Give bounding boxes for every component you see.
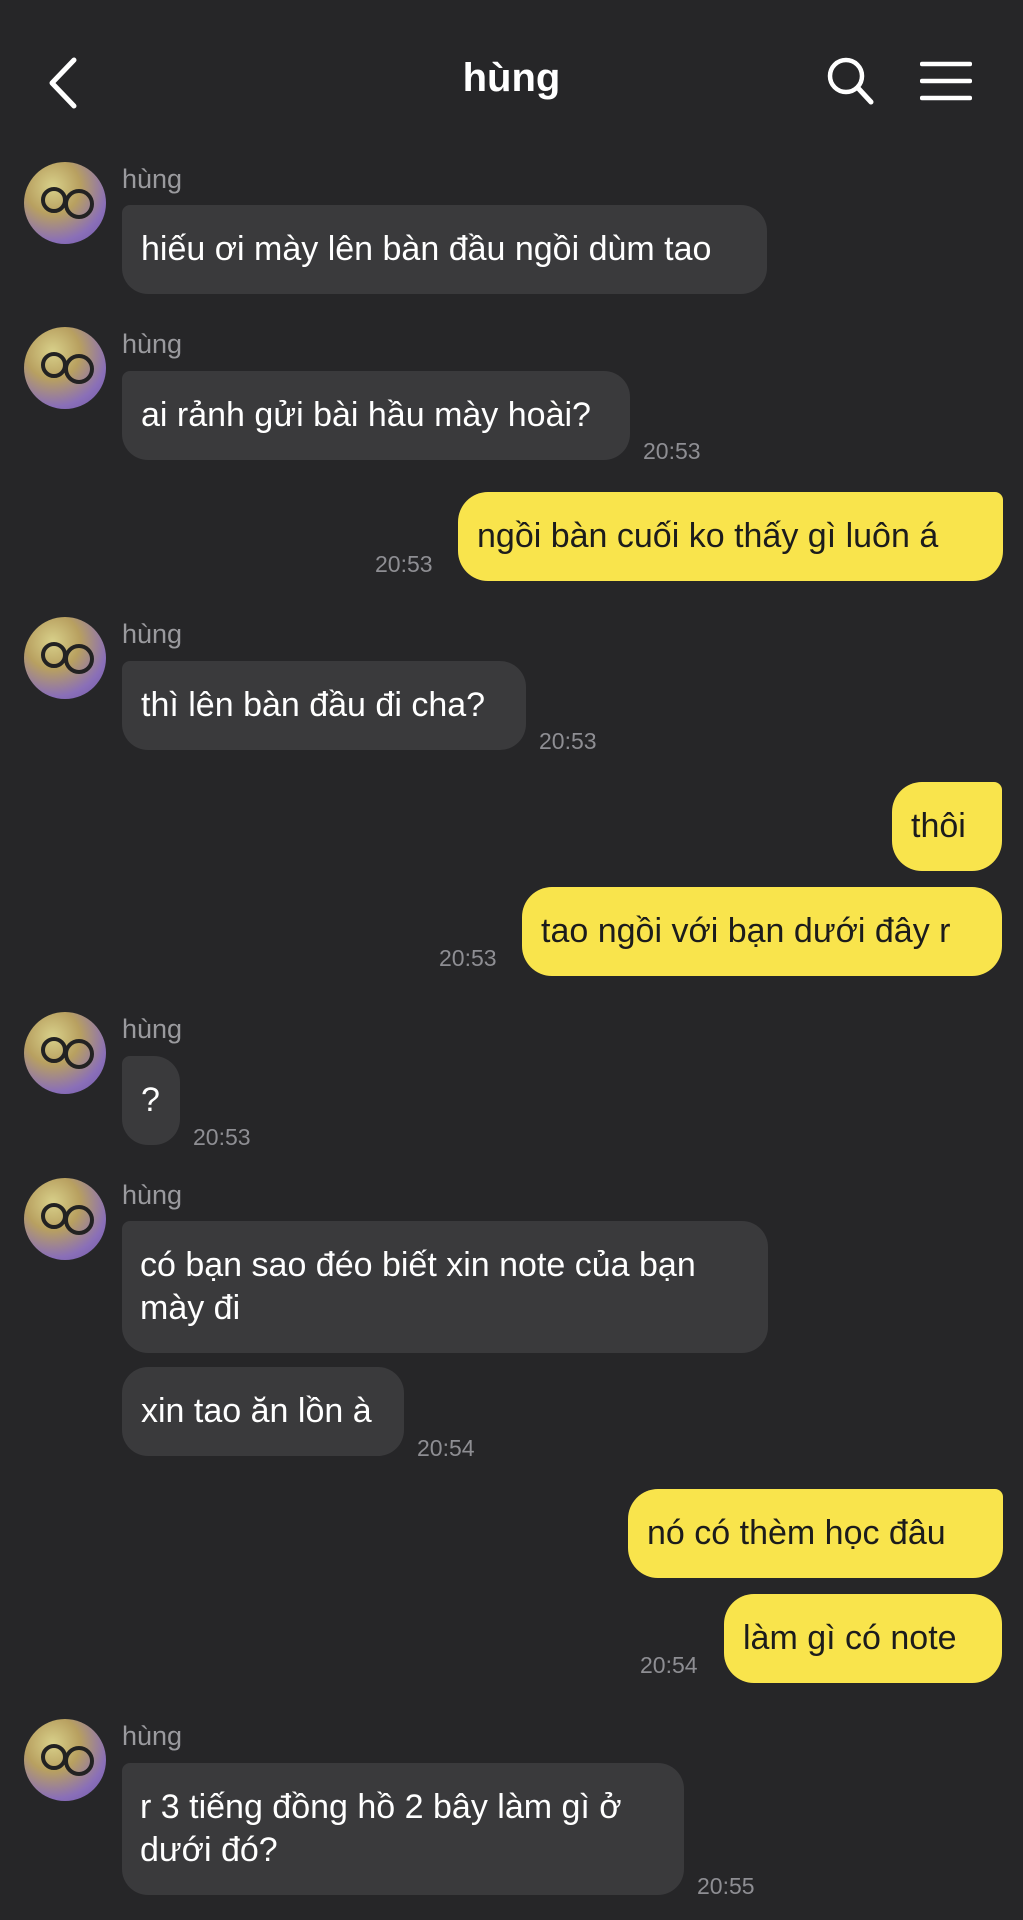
avatar[interactable] — [24, 1719, 106, 1801]
message-bubble[interactable]: có bạn sao đéo biết xin note của bạn mày… — [122, 1221, 768, 1353]
sender-name: hùng — [122, 164, 183, 194]
message-bubble[interactable]: ai rảnh gửi bài hầu mày hoài? — [122, 371, 630, 460]
message-time: 20:53 — [643, 438, 701, 464]
message-bubble[interactable]: ngồi bàn cuối ko thấy gì luôn á — [458, 492, 1003, 581]
message-bubble[interactable]: tao ngồi với bạn dưới đây r — [522, 887, 1002, 976]
message-time: 20:53 — [375, 551, 433, 577]
chat-header: hùng — [0, 0, 1023, 160]
sender-name: hùng — [122, 619, 183, 649]
sender-name: hùng — [122, 1721, 183, 1751]
sender-name: hùng — [122, 329, 183, 359]
avatar[interactable] — [24, 1012, 106, 1094]
avatar[interactable] — [24, 1178, 106, 1260]
message-bubble[interactable]: hiếu ơi mày lên bàn đầu ngồi dùm tao — [122, 205, 767, 294]
search-icon — [827, 57, 874, 105]
avatar[interactable] — [24, 327, 106, 409]
message-bubble[interactable]: r 3 tiếng đồng hồ 2 bây làm gì ở dưới đó… — [122, 1763, 684, 1895]
message-bubble[interactable]: thì lên bàn đầu đi cha? — [122, 661, 526, 750]
message-time: 20:53 — [439, 945, 497, 971]
message-bubble[interactable]: thôi — [892, 782, 1002, 871]
message-bubble[interactable]: nó có thèm học đâu — [628, 1489, 1003, 1578]
search-button[interactable] — [826, 56, 874, 106]
message-bubble[interactable]: ? — [122, 1056, 180, 1145]
message-time: 20:54 — [640, 1652, 698, 1678]
message-time: 20:54 — [417, 1435, 475, 1461]
sender-name: hùng — [122, 1180, 183, 1210]
avatar[interactable] — [24, 162, 106, 244]
message-bubble[interactable]: xin tao ăn lồn à — [122, 1367, 404, 1456]
avatar[interactable] — [24, 617, 106, 699]
message-time: 20:53 — [193, 1124, 251, 1150]
hamburger-menu-icon — [919, 61, 973, 101]
message-bubble[interactable]: làm gì có note — [724, 1594, 1002, 1683]
sender-name: hùng — [122, 1014, 183, 1044]
message-time: 20:53 — [539, 728, 597, 754]
message-time: 20:55 — [697, 1873, 755, 1899]
menu-button[interactable] — [919, 60, 973, 102]
